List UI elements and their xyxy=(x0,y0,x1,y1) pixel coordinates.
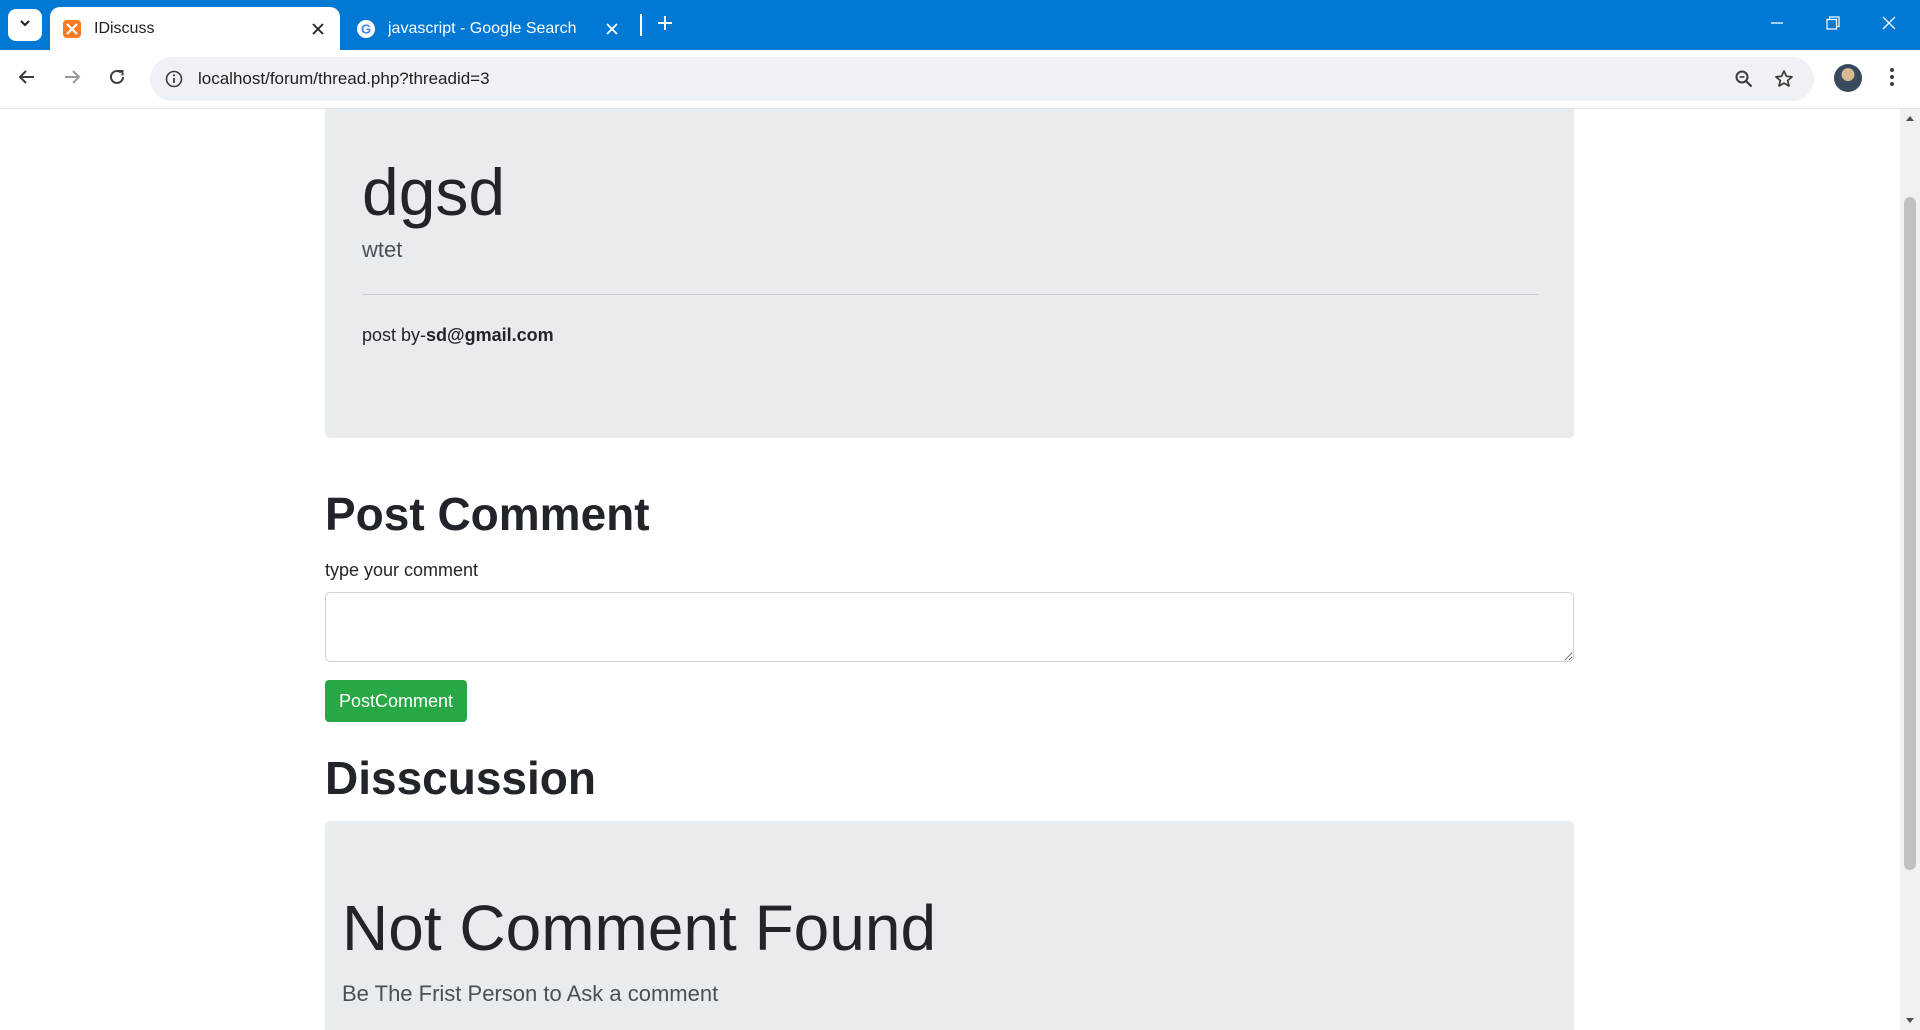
no-comments-jumbotron: Not Comment Found Be The Frist Person to… xyxy=(325,821,1574,1030)
page-scrollbar[interactable] xyxy=(1900,109,1920,1030)
tab-title: javascript - Google Search xyxy=(388,19,577,37)
tab-search-button[interactable] xyxy=(8,9,42,41)
minimize-button[interactable] xyxy=(1749,0,1805,50)
tab-separator xyxy=(640,14,642,36)
scroll-down-icon[interactable] xyxy=(1905,1016,1915,1026)
restore-icon xyxy=(1826,15,1840,35)
author-email: sd@gmail.com xyxy=(426,325,554,345)
thread-author: post by-sd@gmail.com xyxy=(362,325,554,346)
profile-avatar[interactable] xyxy=(1834,64,1862,92)
divider xyxy=(362,294,1539,295)
thread-jumbotron: dgsd wtet post by-sd@gmail.com xyxy=(325,109,1574,438)
close-icon[interactable] xyxy=(602,19,622,39)
post-comment-button[interactable]: PostComment xyxy=(325,680,468,722)
thread-description: wtet xyxy=(362,237,403,262)
arrow-left-icon xyxy=(18,68,36,91)
reload-button[interactable] xyxy=(100,62,134,96)
star-icon[interactable] xyxy=(1772,67,1796,91)
new-tab-button[interactable] xyxy=(652,12,678,38)
restore-button[interactable] xyxy=(1805,0,1861,50)
plus-icon xyxy=(657,15,673,36)
minimize-icon xyxy=(1770,16,1784,35)
zoom-icon[interactable] xyxy=(1732,67,1756,91)
info-icon[interactable] xyxy=(162,67,186,91)
browser-toolbar: localhost/forum/thread.php?threadid=3 xyxy=(0,50,1920,109)
scrollbar-thumb[interactable] xyxy=(1904,197,1916,870)
comment-textarea[interactable] xyxy=(325,592,1574,662)
tab-title: IDiscuss xyxy=(94,19,155,37)
reload-icon xyxy=(108,68,126,91)
tab-google-search[interactable]: G javascript - Google Search xyxy=(344,7,634,50)
scroll-up-icon[interactable] xyxy=(1905,113,1915,123)
address-bar[interactable]: localhost/forum/thread.php?threadid=3 xyxy=(150,57,1814,101)
browser-menu-button[interactable] xyxy=(1880,62,1904,96)
author-prefix: post by- xyxy=(362,325,427,345)
close-icon[interactable] xyxy=(308,19,328,39)
window-close-button[interactable] xyxy=(1861,0,1917,50)
thread-title: dgsd xyxy=(362,155,506,229)
svg-text:G: G xyxy=(361,21,371,36)
more-vertical-icon xyxy=(1889,67,1895,92)
arrow-right-icon xyxy=(63,68,81,91)
page-viewport: dgsd wtet post by-sd@gmail.com Post Comm… xyxy=(0,109,1900,1030)
empty-title: Not Comment Found xyxy=(342,892,937,964)
google-icon: G xyxy=(356,19,376,39)
comment-label: type your comment xyxy=(325,560,479,580)
close-icon xyxy=(1882,16,1896,35)
tab-idiscuss[interactable]: IDiscuss xyxy=(50,7,340,50)
url-text[interactable]: localhost/forum/thread.php?threadid=3 xyxy=(198,69,490,89)
browser-tab-bar: IDiscuss G javascript - Google Search xyxy=(0,0,1920,50)
forward-button[interactable] xyxy=(55,62,89,96)
xampp-icon xyxy=(62,19,82,39)
back-button[interactable] xyxy=(10,62,44,96)
empty-subtitle: Be The Frist Person to Ask a comment xyxy=(342,981,719,1006)
chevron-down-icon xyxy=(18,16,32,35)
post-comment-heading: Post Comment xyxy=(325,488,650,540)
discussion-heading: Disscussion xyxy=(325,752,596,804)
